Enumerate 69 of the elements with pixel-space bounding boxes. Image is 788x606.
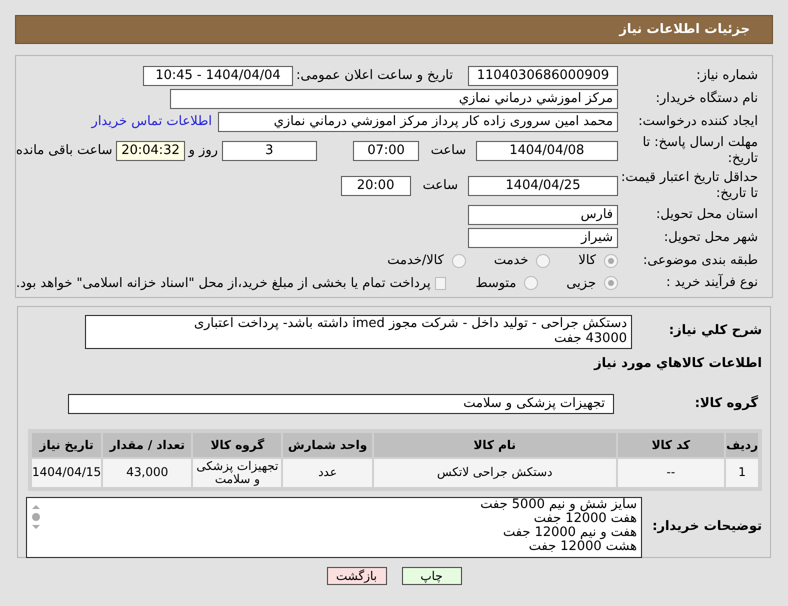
value-field: شیراز [468, 228, 618, 248]
value-field: محمد امین سروری زاده کار پرداز مرکز اموزشي درماني نمازي [218, 112, 618, 132]
table-cell: 43,000 [103, 458, 192, 486]
radio-label: کالا/خدمت [387, 252, 444, 270]
radio-button[interactable] [604, 254, 618, 268]
field-label: شماره نیاز: [695, 68, 758, 84]
field-label: گروه کالا: [694, 394, 759, 413]
table-cell: دستکش جراحی لاتکس [374, 458, 616, 486]
column-header: ردیف [726, 432, 758, 456]
value-field: 07:00 [352, 141, 420, 161]
table-cell: 1404/04/15 [32, 458, 102, 486]
value-field: 1404/04/08 [476, 141, 618, 161]
checkbox[interactable] [435, 276, 446, 290]
field-label: حداقل تاریخ اعتبار قیمت: تا تاریخ: [620, 170, 758, 202]
table-cell: -- [618, 458, 724, 486]
column-header: واحد شمارش [283, 432, 372, 456]
description-line: دستکش جراحی - تولید داخل - شرکت مجوز imed داشته باشد- پرداخت اعتباری [192, 316, 627, 331]
field-label: شهر محل تحویل: [662, 230, 758, 246]
value-field: 1404/04/04 - 10:45 [143, 66, 293, 86]
radio-button[interactable] [452, 254, 466, 268]
value-field: مرکز اموزشي درماني نمازي [170, 89, 618, 109]
column-header: نام کالا [374, 432, 616, 456]
value-field: 3 [222, 141, 317, 161]
field-label: استان محل تحویل: [655, 207, 758, 223]
field-label: ساعت باقی مانده [16, 142, 112, 160]
field-label: مهلت ارسال پاسخ: تا تاریخ: [642, 135, 758, 167]
field-label: تاریخ و ساعت اعلان عمومی: [295, 68, 453, 84]
value-field: 1104030686000909 [468, 66, 618, 86]
radio-button[interactable] [604, 276, 618, 290]
value-field: 20:04:32 [116, 141, 185, 161]
radio-button[interactable] [524, 276, 538, 290]
radio-label: متوسط [475, 274, 516, 292]
print-button[interactable]: چاپ [402, 567, 462, 585]
column-header: تعداد / مقدار [103, 432, 192, 456]
column-header: گروه کالا [193, 432, 282, 456]
section-heading: اطلاعات کالاهاي مورد نياز [592, 355, 762, 373]
radio-label: کالا [578, 252, 596, 270]
treasury-note: پرداخت تمام یا بخشی از مبلغ خرید،از محل "اسناد خزانه اسلامی" خواهد بود. [16, 274, 431, 292]
field-label: ساعت [430, 142, 466, 160]
table-cell: تجهیزات پزشکی و سلامت [193, 458, 282, 486]
radio-label: جزیی [566, 274, 596, 292]
buyer-contact-link[interactable]: اطلاعات تماس خریدار [92, 112, 212, 132]
description-line: 43000 جفت [553, 331, 627, 346]
page-title: جزئیات اطلاعات نیاز [619, 20, 750, 39]
field-label: نام دستگاه خریدار: [654, 91, 758, 107]
buyer-notes-textarea[interactable]: سایز شش و نیم 5000 جفت هفت 12000 جفت هفت و نیم 12000 جفت هشت 12000 جفت [26, 496, 642, 558]
value-field: 20:00 [340, 176, 411, 196]
field-label: شرح کلي نياز: [668, 322, 762, 340]
value-field: فارس [468, 205, 618, 225]
note-line: هفت 12000 جفت [532, 512, 637, 526]
field-label: طبقه بندی موضوعی: [642, 252, 758, 269]
radio-button[interactable] [536, 254, 550, 268]
column-header: تاریخ نیاز [32, 432, 102, 456]
back-button[interactable]: بازگشت [326, 567, 386, 585]
description-textarea[interactable]: دستکش جراحی - تولید داخل - شرکت مجوز imed داشته باشد- پرداخت اعتباری 43000 جفت [85, 315, 632, 349]
field-label: توضیحات خریدار: [651, 518, 762, 536]
field-label: نوع فرآیند خرید : [665, 275, 758, 292]
table-cell: 1 [726, 458, 758, 486]
note-line: سایز شش و نیم 5000 جفت [479, 498, 637, 512]
radio-label: خدمت [494, 252, 528, 270]
field-label: ایجاد کننده درخواست: [637, 114, 758, 130]
goods-group-field: تجهیزات پزشکی و سلامت [68, 394, 614, 414]
table-cell: عدد [283, 458, 372, 486]
note-line: هفت و نیم 12000 جفت [502, 526, 637, 540]
note-line: هشت 12000 جفت [528, 540, 637, 554]
field-label: ساعت [422, 177, 458, 196]
value-field: 1404/04/25 [468, 176, 618, 196]
column-header: کد کالا [618, 432, 724, 456]
field-label: روز و [188, 142, 218, 160]
